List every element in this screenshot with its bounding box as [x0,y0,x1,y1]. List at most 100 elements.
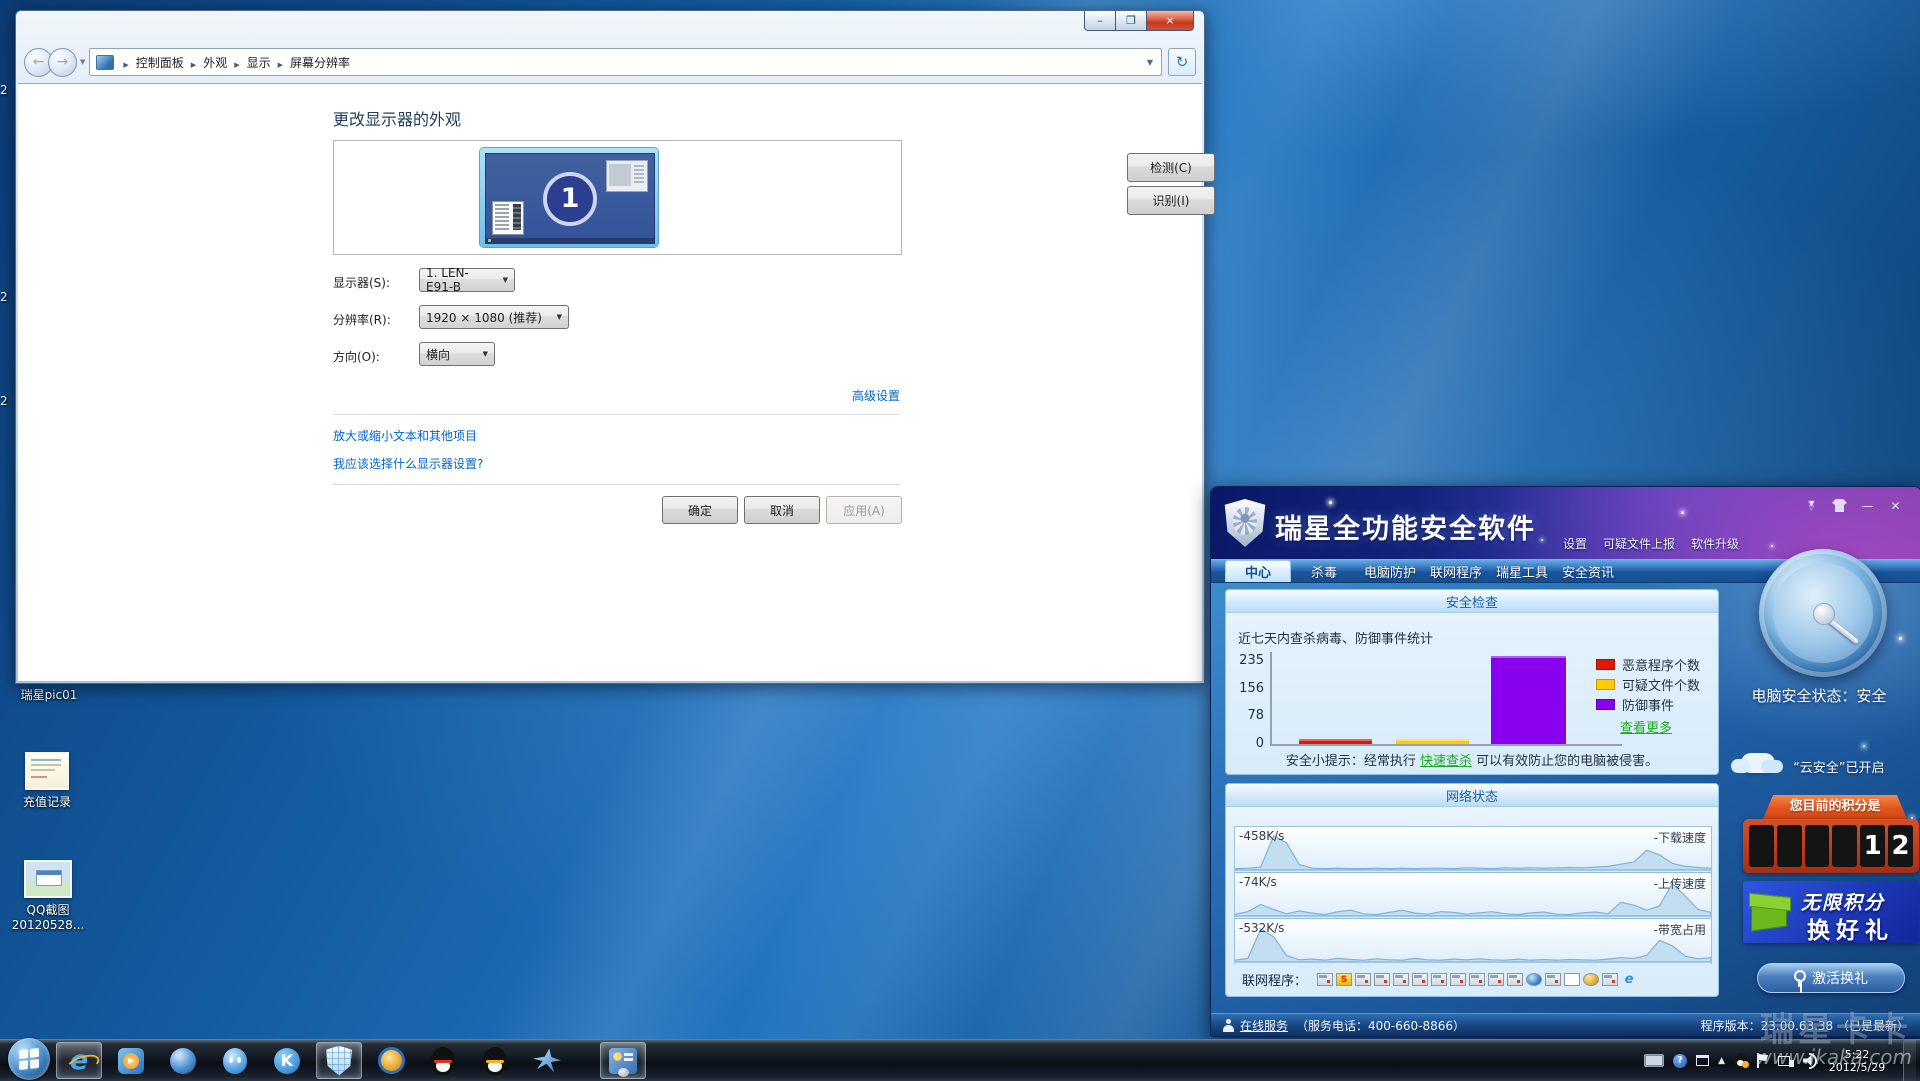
taskbar-item-kugou[interactable]: K [264,1042,310,1079]
volume-icon[interactable] [1803,1053,1817,1069]
header-menu-item[interactable]: 软件升级 [1691,535,1739,552]
taskbar-item-rising-antivirus[interactable] [316,1042,362,1079]
breadcrumb-item[interactable]: 显示 [247,56,271,70]
mini-document-icon [492,201,524,235]
display-icon [96,55,114,70]
start-button[interactable] [8,1038,50,1080]
taskbar-clock[interactable]: 5:22 2012/5/29 [1826,1048,1888,1074]
qq-tray-icon[interactable] [1734,1053,1747,1068]
keyboard-icon[interactable] [1644,1054,1664,1067]
mini-window-icon [606,160,648,192]
rising-tab[interactable]: 中心 [1225,560,1291,582]
cloud-security-text: “云安全”已开启 [1793,757,1884,776]
resolution-select[interactable]: 1920 × 1080 (推荐) ▼ [419,305,569,329]
cancel-button[interactable]: 取消 [744,496,820,524]
history-dropdown-icon[interactable]: ▼ [80,58,85,66]
taskbar-item-fetion[interactable] [524,1042,570,1079]
chevron-down-icon: ▼ [473,350,488,358]
identify-button[interactable]: 识别(I) [1127,186,1215,215]
taskbar-item-drop-app[interactable] [212,1042,258,1079]
activate-label: 激活换礼 [1812,968,1868,988]
app-title: 瑞星全功能安全软件 [1275,507,1536,546]
display-select[interactable]: 1. LEN-E91-B ▼ [419,268,515,292]
taskbar-item-screen-resolution-window[interactable] [600,1042,646,1079]
network-program-icon-blank [1564,973,1580,986]
network-program-icon-win [1374,973,1390,986]
taskbar-item-internet-explorer[interactable]: e [56,1042,102,1079]
skin-icon[interactable] [1832,499,1847,512]
minimize-button[interactable]: – [1084,11,1116,31]
header-menu-item[interactable]: 设置 [1563,535,1587,552]
close-button[interactable]: × [1146,11,1194,31]
taskbar-item-rising-kaka[interactable] [368,1042,414,1079]
header-menu: 设置可疑文件上报软件升级 [1563,535,1739,552]
rising-tab[interactable]: 杀毒 [1291,560,1357,582]
series-label: -下载速度 [1654,829,1706,846]
document-thumbnail-icon [25,752,69,790]
taskbar-item-qq-alt[interactable] [472,1042,518,1079]
tip-text: 可以有效防止您的电脑被侵害。 [1472,754,1658,769]
taskbar-item-sphere-app[interactable] [160,1042,206,1079]
legend-label: 防御事件 [1622,695,1674,714]
activate-gift-button[interactable]: 激活换礼 [1757,963,1905,993]
forward-button[interactable]: → [48,48,77,77]
bar-3 [1491,656,1566,744]
icon-label: QQ截图 [2,901,94,918]
make-text-larger-link[interactable]: 放大或缩小文本和其他项目 [333,427,477,444]
rising-tab[interactable]: 瑞星工具 [1489,560,1555,582]
peak-speed-label: -74K/s [1239,875,1277,889]
taskbar-item-media-player[interactable]: ▶ [108,1042,154,1079]
rising-tab[interactable]: 联网程序 [1423,560,1489,582]
online-service-link[interactable]: 在线服务 [1240,1017,1288,1034]
desktop-icon-qq-screenshot[interactable]: QQ截图 20120528... [2,860,94,932]
help-icon[interactable]: ? [1673,1054,1687,1068]
points-digit-cell [1777,825,1802,867]
network-program-icon-win [1507,973,1523,986]
maximize-button[interactable]: ❐ [1115,11,1147,31]
peak-speed-label: -532K/s [1239,921,1284,935]
security-check-panel: 安全检查 近七天内查杀病毒、防御事件统计 235156780 恶意程序个数可疑文… [1225,589,1719,775]
windows-logo-icon [19,1048,39,1070]
show-hidden-icons[interactable]: ▲ [1718,1056,1725,1066]
advanced-settings-link[interactable]: 高级设置 [852,387,900,404]
desktop-icon-rising-pic01[interactable]: 瑞星pic01 [6,686,92,703]
kugou-icon: K [274,1048,300,1074]
breadcrumb-item[interactable]: 屏幕分辨率 [290,56,350,70]
breadcrumb-arrow-icon: ▶ [123,61,128,69]
monitor-preview[interactable]: 1 [480,148,658,247]
display-select-value: 1. LEN-E91-B [426,266,493,294]
network-program-icon-win [1488,973,1504,986]
action-center-flag-icon[interactable] [1756,1053,1769,1068]
desktop-icon-chongzhi-jilu[interactable]: 充值记录 [4,752,90,810]
minimize-icon[interactable]: — [1860,499,1875,512]
show-desktop-button[interactable] [1903,1040,1916,1081]
quick-scan-link[interactable]: 快速查杀 [1420,754,1472,769]
chevron-down-icon: ▼ [493,276,508,284]
header-menu-item[interactable]: 可疑文件上报 [1603,535,1675,552]
view-more-link[interactable]: 查看更多 [1620,717,1672,736]
window-tray-icon[interactable] [1696,1055,1709,1066]
icon-label: 瑞星pic01 [6,686,92,703]
breadcrumb-item[interactable]: 外观 [203,56,227,70]
rising-tab[interactable]: 电脑防护 [1357,560,1423,582]
qq-penguin-icon [431,1047,455,1075]
breadcrumb-item[interactable]: 控制面板 [136,56,184,70]
address-dropdown-icon[interactable]: ▼ [1147,58,1153,67]
network-program-icon-win [1393,973,1409,986]
security-tip: 安全小提示：经常执行 快速查杀 可以有效防止您的电脑被侵害。 [1226,750,1718,769]
tip-text: 安全小提示：经常执行 [1286,754,1420,769]
refresh-icon[interactable]: ↻ [1168,48,1196,76]
detect-button[interactable]: 检测(C) [1127,153,1215,182]
orientation-select[interactable]: 横向 ▼ [419,342,495,366]
network-icon[interactable] [1778,1054,1794,1067]
bar-1 [1299,739,1372,744]
breadcrumb[interactable]: ▶控制面板▶外观▶显示▶屏幕分辨率 ▼ [89,48,1162,76]
rising-tab[interactable]: 安全资讯 [1555,560,1621,582]
taskbar-item-qq[interactable] [420,1042,466,1079]
points-digit-cell: 1 [1860,825,1885,867]
points-promo-banner[interactable]: 无限积分 换好礼 [1743,881,1919,943]
close-icon[interactable]: ✕ [1888,499,1903,512]
what-settings-link[interactable]: 我应该选择什么显示器设置? [333,455,483,472]
ok-button[interactable]: 确定 [662,496,738,524]
collapse-icon[interactable]: ▼▽ [1804,499,1819,512]
